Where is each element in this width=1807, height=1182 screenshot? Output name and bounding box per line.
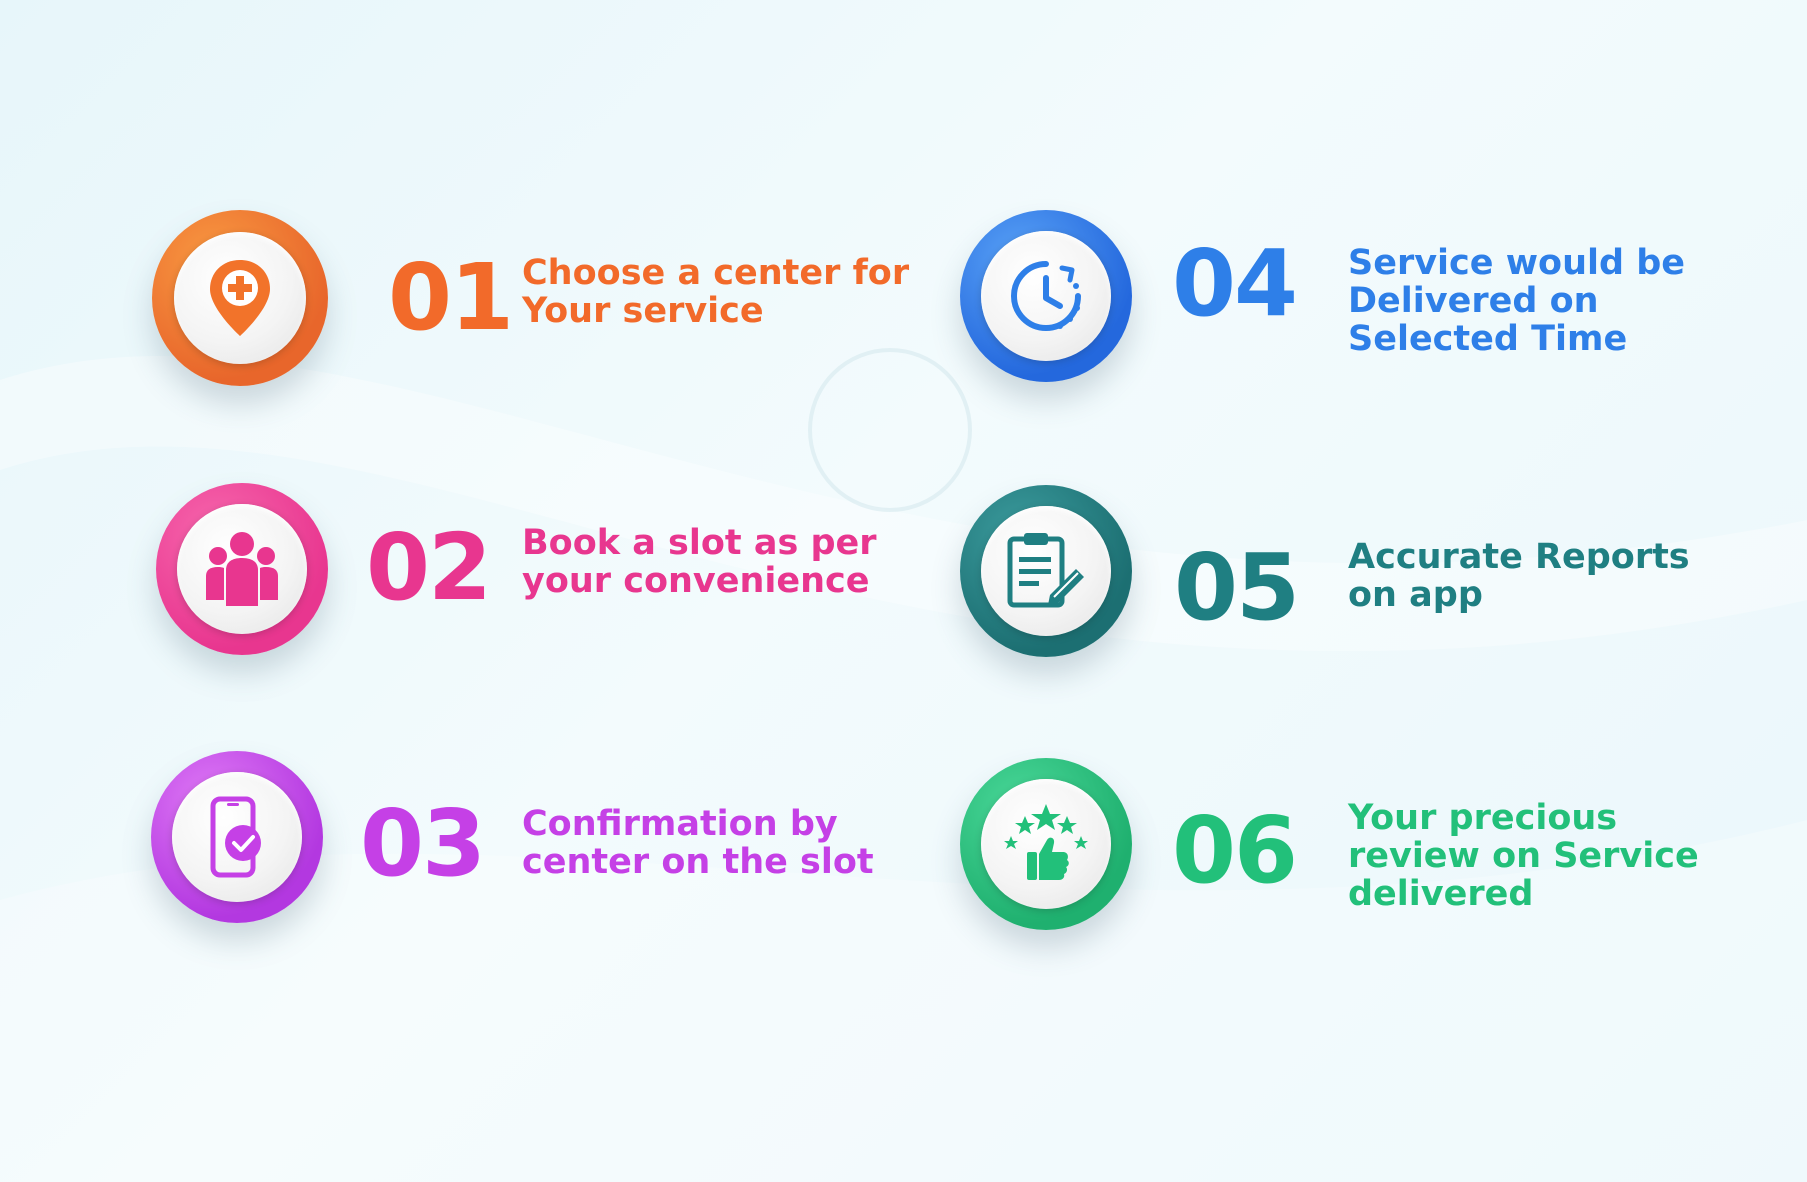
phone-check-icon — [210, 796, 261, 878]
step-04-badge — [981, 231, 1111, 361]
clipboard-edit-icon — [1007, 533, 1084, 608]
step-01-description: Choose a center for Your service — [522, 254, 909, 330]
step-01-line-2: Your service — [522, 291, 764, 331]
step-04-line-2: Delivered on — [1348, 281, 1599, 321]
step-05-description: Accurate Reports on app — [1348, 538, 1690, 614]
step-06-line-3: delivered — [1348, 874, 1534, 914]
step-02-badge — [177, 504, 307, 634]
step-03-description: Confirmation by center on the slot — [522, 805, 874, 881]
step-03-badge — [172, 772, 302, 902]
step-03-number: 03 — [360, 790, 486, 897]
step-05-number: 05 — [1174, 534, 1300, 641]
step-03-line-1: Confirmation by — [522, 804, 838, 844]
step-03-line-2: center on the slot — [522, 842, 874, 882]
thumbs-up-stars-icon — [1004, 804, 1088, 880]
step-05-line-2: on app — [1348, 575, 1483, 615]
step-01-number: 01 — [388, 244, 514, 351]
step-01-badge — [174, 232, 306, 364]
step-04-number: 04 — [1172, 230, 1298, 337]
step-06-line-1: Your precious — [1348, 798, 1618, 838]
step-04-line-1: Service would be — [1348, 243, 1686, 283]
step-06-description: Your precious review on Service delivere… — [1348, 799, 1699, 913]
step-02-line-2: your convenience — [522, 561, 870, 601]
step-06-badge — [981, 779, 1111, 909]
step-05-line-1: Accurate Reports — [1348, 537, 1690, 577]
step-04-description: Service would be Delivered on Selected T… — [1348, 244, 1685, 358]
step-06-number: 06 — [1172, 797, 1298, 904]
step-04-line-3: Selected Time — [1348, 319, 1628, 359]
step-02-description: Book a slot as per your convenience — [522, 524, 877, 600]
step-02-line-1: Book a slot as per — [522, 523, 877, 563]
step-01-line-1: Choose a center for — [522, 253, 910, 293]
step-05-badge — [981, 506, 1111, 636]
step-06-line-2: review on Service — [1348, 836, 1699, 876]
location-pin-plus-icon — [210, 260, 270, 336]
clock-icon — [1011, 261, 1081, 331]
people-group-icon — [206, 532, 278, 606]
step-02-number: 02 — [366, 514, 492, 621]
